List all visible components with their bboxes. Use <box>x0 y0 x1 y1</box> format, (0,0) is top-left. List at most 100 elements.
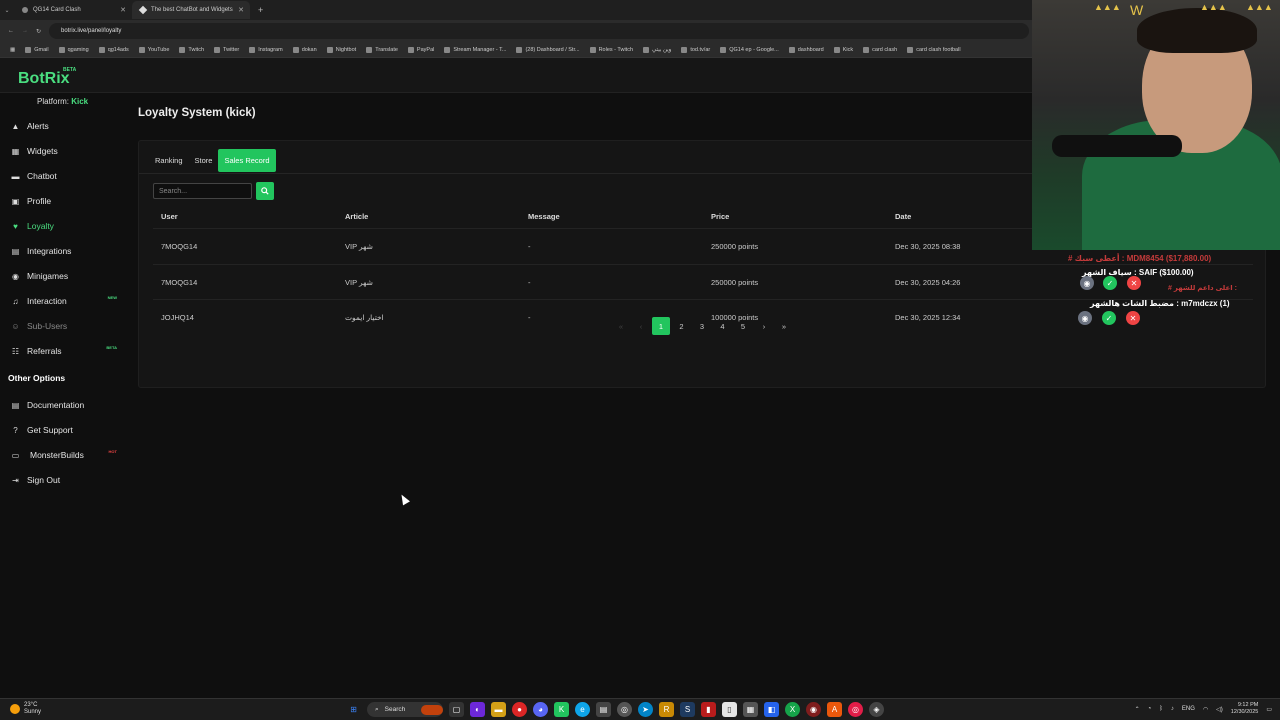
bookmark-item[interactable]: qgaming <box>58 46 89 53</box>
page-button-5[interactable]: 5 <box>734 317 752 335</box>
bookmark-item[interactable]: Kick <box>833 46 853 53</box>
sidebar-item-alerts[interactable]: ▲ Alerts <box>0 116 125 136</box>
browser-tab-card-clash[interactable]: QG14 Card Clash ✕ <box>14 1 132 19</box>
bookmark-item[interactable]: Roles - Twitch <box>589 46 633 53</box>
sidebar-item-get-support[interactable]: ? Get Support <box>0 420 125 440</box>
eye-icon[interactable]: ◉ <box>1078 311 1092 325</box>
language-indicator[interactable]: ENG <box>1182 706 1195 712</box>
chrome-icon[interactable]: ● <box>512 702 527 717</box>
wifi-icon[interactable]: ◠ <box>1203 706 1208 713</box>
clock[interactable]: 9:12 PM 12/30/2025 <box>1231 702 1259 716</box>
network-icon[interactable]: ◔ <box>1148 706 1152 712</box>
bookmark-item[interactable]: YouTube <box>138 46 169 53</box>
sidebar-item-interaction[interactable]: ♫ Interaction NEW <box>0 291 125 311</box>
app-icon[interactable]: ▮ <box>701 702 716 717</box>
apps-icon[interactable]: ▦ <box>10 47 15 53</box>
volume-icon[interactable]: ◁) <box>1216 706 1223 713</box>
forward-icon[interactable]: → <box>22 28 28 34</box>
close-tab-icon[interactable]: ✕ <box>238 6 244 14</box>
clock-date: 12/30/2025 <box>1230 709 1259 715</box>
url-field[interactable]: botrix.live/panel/loyalty <box>49 23 1030 39</box>
bookmark-item[interactable]: card clash football <box>907 46 961 53</box>
eye-icon[interactable]: ◉ <box>1080 276 1094 290</box>
bookmark-item[interactable]: Twitch <box>179 46 204 53</box>
tab-list-icon[interactable]: ⌄ <box>0 7 14 14</box>
bookmark-item[interactable]: Stream Manager - T... <box>444 46 506 53</box>
sidebar-item-referrals[interactable]: ☷ Referrals BETA <box>0 341 125 361</box>
sidebar-item-minigames[interactable]: ◉ Minigames <box>0 266 125 286</box>
botrix-logo[interactable]: BotRix BETA <box>18 67 76 88</box>
weather-widget[interactable]: 23°C Sunny <box>10 702 41 716</box>
app-icon[interactable]: R <box>659 702 674 717</box>
back-icon[interactable]: ← <box>8 28 14 34</box>
app-icon[interactable]: ◈ <box>869 702 884 717</box>
obs-icon[interactable]: ◎ <box>617 702 632 717</box>
search-input[interactable]: Search... <box>153 183 252 199</box>
sidebar-item-profile[interactable]: ▣ Profile <box>0 191 125 211</box>
copilot-icon[interactable]: ◐ <box>470 702 485 717</box>
sidebar-item-documentation[interactable]: ▤ Documentation <box>0 395 125 415</box>
bookmark-item[interactable]: Instagram <box>249 46 283 53</box>
bookmark-item[interactable]: QG14 ep - Google... <box>720 46 779 53</box>
app-icon[interactable]: A <box>827 702 842 717</box>
close-icon[interactable]: ✕ <box>1127 276 1141 290</box>
chevron-up-icon[interactable]: ⌃ <box>1135 706 1140 713</box>
browser-tab-botrix[interactable]: The best ChatBot and Widgets ✕ <box>132 1 250 19</box>
sidebar-item-integrations[interactable]: ▤ Integrations <box>0 241 125 261</box>
bookmark-item[interactable]: Translate <box>366 46 398 53</box>
last-page-button[interactable]: » <box>775 317 793 335</box>
task-view-icon[interactable]: ▢ <box>449 702 464 717</box>
new-tab-icon[interactable]: + <box>250 5 263 15</box>
taskbar-search[interactable]: ⌕ Search <box>367 702 443 717</box>
tab-store[interactable]: Store <box>189 149 219 172</box>
notepad-icon[interactable]: ▯ <box>722 702 737 717</box>
windows-start-icon[interactable]: ⊞ <box>346 702 361 717</box>
bookmark-item[interactable]: Nightbot <box>326 46 356 53</box>
discord-icon[interactable]: ◕ <box>533 702 548 717</box>
bookmark-item[interactable]: (28) Dashboard / Str... <box>516 46 580 53</box>
app-icon[interactable]: ◉ <box>806 702 821 717</box>
app-icon[interactable]: ▤ <box>596 702 611 717</box>
sidebar-item-sign-out[interactable]: ⇥ Sign Out <box>0 470 125 490</box>
close-icon[interactable]: ✕ <box>1126 311 1140 325</box>
tab-sales-record[interactable]: Sales Record <box>218 149 276 172</box>
edge-icon[interactable]: e <box>575 702 590 717</box>
steam-icon[interactable]: S <box>680 702 695 717</box>
xbox-icon[interactable]: X <box>785 702 800 717</box>
kick-app-icon[interactable]: K <box>554 702 569 717</box>
sidebar-item-widgets[interactable]: ▦ Widgets <box>0 141 125 161</box>
app-icon[interactable]: ◧ <box>764 702 779 717</box>
bookmark-item[interactable]: dokan <box>292 46 317 53</box>
file-explorer-icon[interactable]: ▬ <box>491 702 506 717</box>
mic-icon[interactable]: ♪ <box>1171 706 1174 712</box>
check-icon[interactable]: ✓ <box>1103 276 1117 290</box>
search-button[interactable] <box>256 182 274 200</box>
prev-page-button[interactable]: ‹ <box>632 317 650 335</box>
bookmark-item[interactable]: Gmail <box>25 46 49 53</box>
page-button-1[interactable]: 1 <box>652 317 670 335</box>
bookmark-item[interactable]: qg14ads <box>98 46 129 53</box>
sidebar-item-loyalty[interactable]: ♥ Loyalty <box>0 216 125 236</box>
page-button-3[interactable]: 3 <box>693 317 711 335</box>
reload-icon[interactable]: ↻ <box>36 28 41 35</box>
bookmark-item[interactable]: tod.tv/ar <box>681 46 710 53</box>
bookmark-item[interactable]: dashboard <box>788 46 824 53</box>
close-tab-icon[interactable]: ✕ <box>120 6 126 14</box>
telegram-icon[interactable]: ➤ <box>638 702 653 717</box>
bookmark-item[interactable]: Twitter <box>214 46 239 53</box>
first-page-button[interactable]: « <box>612 317 630 335</box>
page-button-4[interactable]: 4 <box>714 317 732 335</box>
bookmark-item[interactable]: وين بيتي <box>643 46 671 53</box>
calculator-icon[interactable]: ▦ <box>743 702 758 717</box>
bluetooth-icon[interactable]: ᛒ <box>1159 706 1163 712</box>
check-icon[interactable]: ✓ <box>1102 311 1116 325</box>
bookmark-item[interactable]: PayPal <box>407 46 434 53</box>
sidebar-item-monsterbuilds[interactable]: ▭ MonsterBuilds HOT <box>0 445 125 465</box>
tab-ranking[interactable]: Ranking <box>149 149 189 172</box>
app-icon[interactable]: ◎ <box>848 702 863 717</box>
next-page-button[interactable]: › <box>755 317 773 335</box>
notifications-icon[interactable]: ▭ <box>1266 706 1272 713</box>
sidebar-item-chatbot[interactable]: ▬ Chatbot <box>0 166 125 186</box>
page-button-2[interactable]: 2 <box>673 317 691 335</box>
bookmark-item[interactable]: card clash <box>863 46 897 53</box>
